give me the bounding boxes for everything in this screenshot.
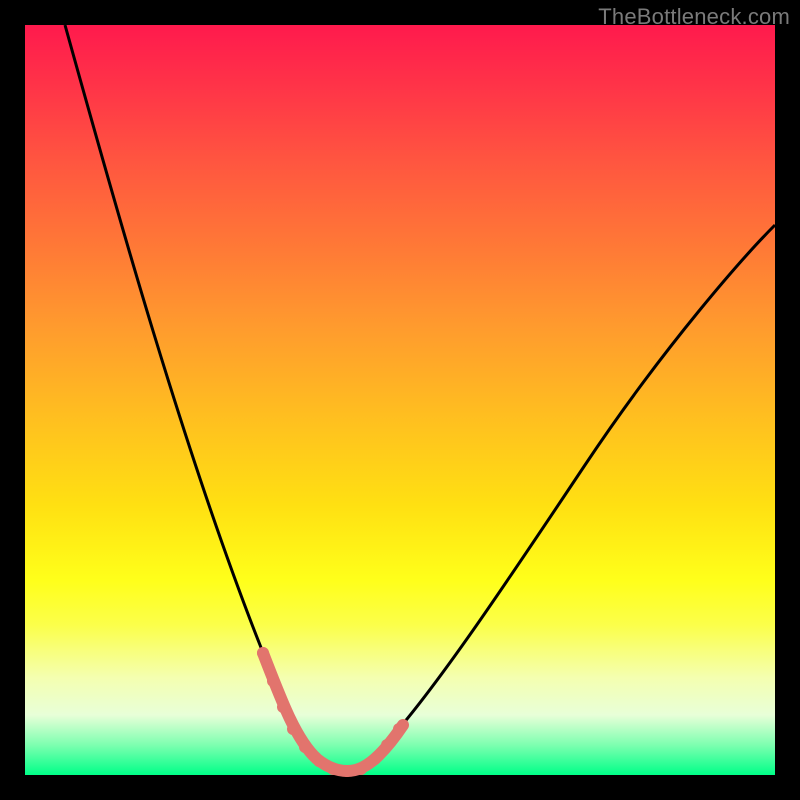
plot-area xyxy=(25,25,775,775)
chart-frame: TheBottleneck.com xyxy=(0,0,800,800)
curve-path xyxy=(65,25,775,769)
bottleneck-curve xyxy=(25,25,775,775)
watermark-text: TheBottleneck.com xyxy=(598,4,790,30)
